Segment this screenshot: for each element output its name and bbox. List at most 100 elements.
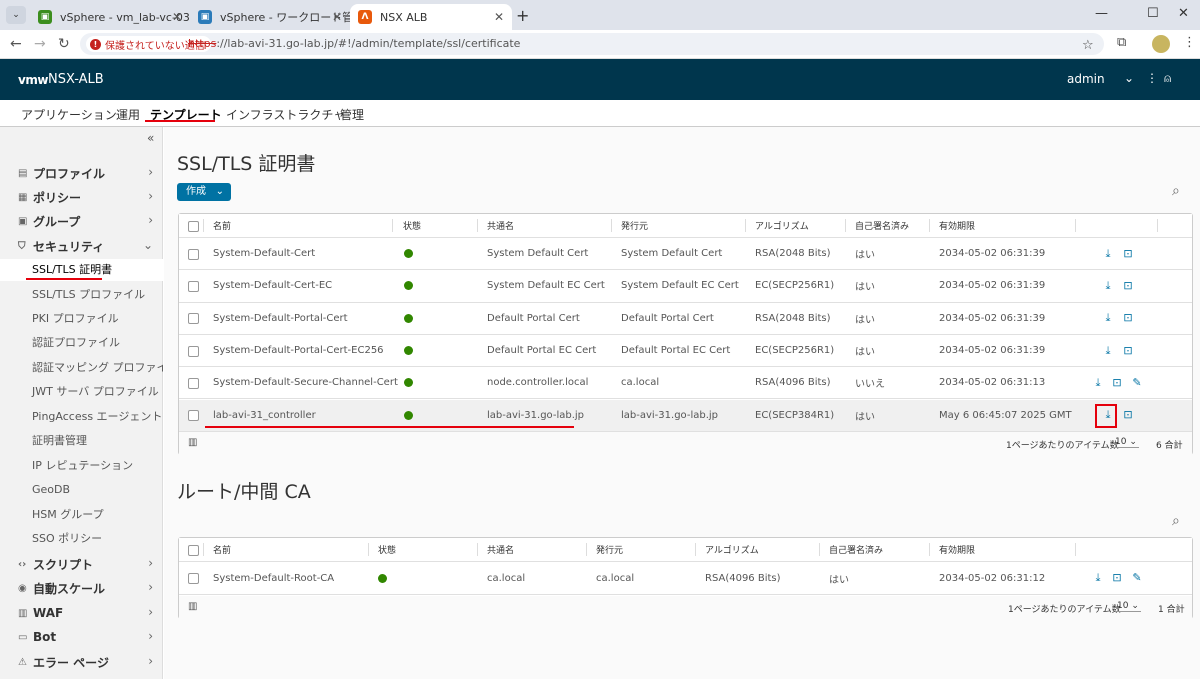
row-checkbox[interactable] <box>188 345 199 357</box>
collapse-sidebar-icon[interactable]: « <box>147 131 154 145</box>
row-checkbox[interactable] <box>188 248 199 260</box>
table-row[interactable]: System-Default-Secure-Channel-Cert node.c… <box>179 367 1192 400</box>
download-icon[interactable]: ⤓ <box>1101 344 1115 358</box>
nav-infrastructure[interactable]: インフラストラクチャ <box>226 106 345 123</box>
export-icon[interactable]: ⊡ <box>1121 279 1135 293</box>
row-checkbox[interactable] <box>188 573 199 584</box>
column-toggle-icon[interactable]: ▥ <box>188 437 197 448</box>
col-name[interactable]: 名前 <box>213 538 231 561</box>
export-icon[interactable]: ⊡ <box>1121 247 1135 261</box>
reload-icon[interactable]: ↻ <box>58 36 70 52</box>
bookmark-star-icon[interactable]: ☆ <box>1082 38 1094 53</box>
url-input[interactable]: ! 保護されていない通信 https://lab-avi-31.go-lab.j… <box>80 33 1104 55</box>
col-self-signed[interactable]: 自己署名済み <box>855 214 909 237</box>
row-checkbox[interactable] <box>188 377 199 389</box>
download-icon[interactable]: ⤓ <box>1101 311 1115 325</box>
cell-name[interactable]: System-Default-Portal-Cert <box>213 303 348 334</box>
close-icon[interactable]: ✕ <box>172 10 182 24</box>
col-self-signed[interactable]: 自己署名済み <box>829 538 883 561</box>
sidebar-group-profiles[interactable]: ▤ プロファイル › <box>0 162 163 184</box>
table-row[interactable]: System-Default-Portal-Cert-EC256 Default … <box>179 335 1192 368</box>
more-vertical-icon[interactable]: ⋮ <box>1146 71 1158 85</box>
cell-name[interactable]: System-Default-Root-CA <box>213 562 334 594</box>
sidebar-item-geodb[interactable]: GeoDB <box>0 479 163 501</box>
profile-avatar[interactable] <box>1152 35 1170 53</box>
tab-search-button[interactable]: ⌄ <box>6 6 26 24</box>
chevron-down-icon[interactable]: ⌄ <box>1124 71 1134 85</box>
browser-tab-nsx-alb[interactable]: Λ NSX ALB ✕ <box>350 4 512 30</box>
nav-operations[interactable]: 運用 <box>116 106 140 123</box>
col-status[interactable]: 状態 <box>403 214 421 237</box>
export-icon[interactable]: ⊡ <box>1121 344 1135 358</box>
page-size-select[interactable]: 10 ⌄ <box>1115 601 1141 612</box>
browser-tab-vsphere-workload[interactable]: ▣ vSphere - ワークロード管理 ✕ <box>190 4 350 30</box>
col-issuer[interactable]: 発行元 <box>621 214 648 237</box>
col-algorithm[interactable]: アルゴリズム <box>755 214 809 237</box>
table-row[interactable]: System-Default-Cert System Default Cert Sy… <box>179 238 1192 271</box>
col-common-name[interactable]: 共通名 <box>487 538 514 561</box>
col-expiry[interactable]: 有効期限 <box>939 214 975 237</box>
window-close-icon[interactable]: ✕ <box>1178 6 1189 21</box>
forward-icon[interactable]: → <box>34 36 46 52</box>
close-icon[interactable]: ✕ <box>332 10 342 24</box>
browser-tab-vsphere-vm[interactable]: ▣ vSphere - vm_lab-vc-03 - 仮想マ ✕ <box>30 4 190 30</box>
close-icon[interactable]: ✕ <box>494 10 504 24</box>
sidebar-item-jwt-server-profiles[interactable]: JWT サーバ プロファイル <box>0 381 163 403</box>
table-row[interactable]: System-Default-Root-CA ca.local ca.local RS… <box>179 562 1192 595</box>
export-icon[interactable]: ⊡ <box>1121 408 1135 422</box>
select-all-checkbox[interactable] <box>188 544 199 556</box>
table-row[interactable]: System-Default-Cert-EC System Default EC … <box>179 270 1192 303</box>
export-icon[interactable]: ⊡ <box>1110 376 1124 390</box>
select-all-checkbox[interactable] <box>188 220 199 232</box>
col-status[interactable]: 状態 <box>378 538 396 561</box>
sidebar-item-ip-reputation[interactable]: IP レピュテーション <box>0 455 163 477</box>
maximize-icon[interactable]: ☐ <box>1147 6 1159 21</box>
export-icon[interactable]: ⊡ <box>1121 311 1135 325</box>
sidebar-group-scripts[interactable]: ‹› スクリプト › <box>0 553 163 575</box>
table-row[interactable]: lab-avi-31_controller lab-avi-31.go-lab.j… <box>179 399 1192 432</box>
column-toggle-icon[interactable]: ▥ <box>188 601 197 612</box>
create-button[interactable]: 作成 ⌄ <box>177 183 231 201</box>
nav-admin[interactable]: 管理 <box>340 106 364 123</box>
user-icon[interactable]: ⍝ <box>1164 71 1171 86</box>
new-tab-button[interactable]: + <box>516 6 529 25</box>
sidebar-item-pingaccess-agent[interactable]: PingAccess エージェント <box>0 406 163 428</box>
sidebar-item-sso-policies[interactable]: SSO ポリシー <box>0 528 163 550</box>
sidebar-item-auth-profiles[interactable]: 認証プロファイル <box>0 332 163 354</box>
cell-name[interactable]: System-Default-Portal-Cert-EC256 <box>213 335 384 366</box>
row-checkbox[interactable] <box>188 410 199 422</box>
export-icon[interactable]: ⊡ <box>1110 571 1124 585</box>
download-icon[interactable]: ⤓ <box>1101 279 1115 293</box>
browser-menu-icon[interactable]: ⋮ <box>1183 35 1196 50</box>
page-size-select[interactable]: 10 ⌄ <box>1113 437 1139 448</box>
cell-name[interactable]: System-Default-Cert-EC <box>213 270 332 301</box>
search-icon[interactable]: ⌕ <box>1172 183 1180 199</box>
sidebar-group-bot[interactable]: ▭ Bot › <box>0 626 163 648</box>
sidebar-item-hsm-groups[interactable]: HSM グループ <box>0 504 163 526</box>
extensions-icon[interactable]: ⧉ <box>1117 35 1126 50</box>
sidebar-item-ssl-profiles[interactable]: SSL/TLS プロファイル <box>0 284 163 306</box>
edit-icon[interactable]: ✎ <box>1130 571 1144 585</box>
search-icon[interactable]: ⌕ <box>1172 513 1180 529</box>
nav-applications[interactable]: アプリケーション <box>21 106 117 123</box>
sidebar-group-waf[interactable]: ▥ WAF › <box>0 602 163 624</box>
download-icon[interactable]: ⤓ <box>1101 247 1115 261</box>
sidebar-item-auth-mapping-profiles[interactable]: 認証マッピング プロファイル <box>0 357 163 379</box>
col-algorithm[interactable]: アルゴリズム <box>705 538 759 561</box>
cell-name[interactable]: System-Default-Cert <box>213 238 315 269</box>
col-common-name[interactable]: 共通名 <box>487 214 514 237</box>
table-row[interactable]: System-Default-Portal-Cert Default Portal… <box>179 303 1192 335</box>
sidebar-item-pki-profiles[interactable]: PKI プロファイル <box>0 308 163 330</box>
sidebar-group-error-pages[interactable]: ⚠ エラー ページ › <box>0 651 163 673</box>
cell-name[interactable]: System-Default-Secure-Channel-Cert <box>213 367 398 398</box>
row-checkbox[interactable] <box>188 280 199 292</box>
user-menu[interactable]: admin <box>1067 72 1105 86</box>
edit-icon[interactable]: ✎ <box>1130 376 1144 390</box>
download-icon[interactable]: ⤓ <box>1091 376 1105 390</box>
col-name[interactable]: 名前 <box>213 214 231 237</box>
minimize-icon[interactable]: — <box>1095 6 1108 21</box>
row-checkbox[interactable] <box>188 313 199 325</box>
sidebar-item-cert-management[interactable]: 証明書管理 <box>0 430 163 452</box>
col-expiry[interactable]: 有効期限 <box>939 538 975 561</box>
sidebar-group-security[interactable]: ⛉ セキュリティ ⌄ <box>0 235 163 257</box>
